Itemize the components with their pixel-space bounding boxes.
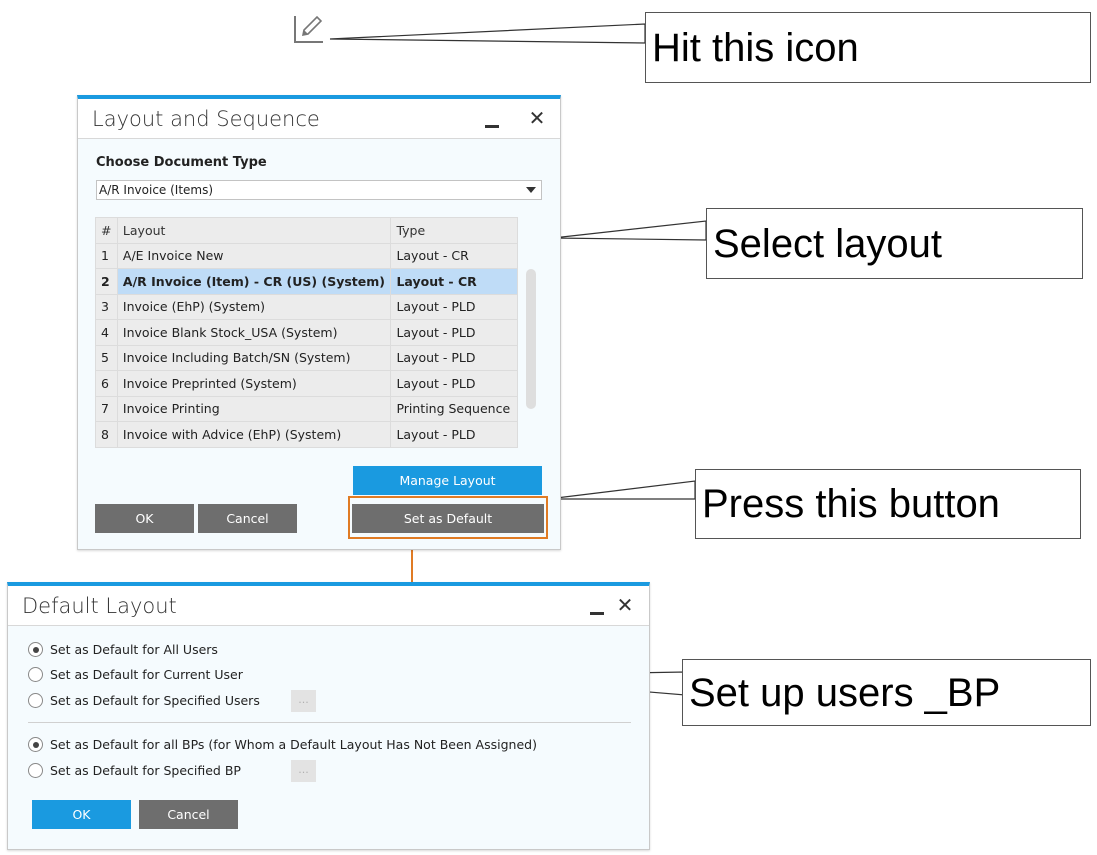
callout-pointer-hit-icon — [329, 23, 646, 44]
radio-label: Set as Default for All Users — [50, 642, 218, 657]
row-layout-name: Invoice Preprinted (System) — [116, 370, 392, 397]
radio-label: Set as Default for Current User — [50, 667, 243, 682]
radio-button[interactable] — [28, 642, 43, 657]
layout-table: # Layout Type 1 A/E Invoice New Layout - C… — [95, 217, 518, 448]
table-row[interactable]: 7 Invoice Printing Printing Sequence — [95, 395, 518, 422]
radio-button[interactable] — [28, 737, 43, 752]
select-bp-button[interactable]: ... — [291, 760, 316, 782]
radio-all-users[interactable]: Set as Default for All Users — [28, 642, 218, 657]
manage-layout-button[interactable]: Manage Layout — [353, 466, 542, 495]
minimize-icon[interactable] — [588, 596, 606, 618]
row-num: 1 — [95, 242, 118, 269]
row-type: Layout - CR — [390, 242, 518, 269]
column-header-num[interactable]: # — [95, 217, 118, 244]
radio-all-bps[interactable]: Set as Default for all BPs (for Whom a D… — [28, 737, 537, 752]
table-row[interactable]: 6 Invoice Preprinted (System) Layout - PLD — [95, 370, 518, 397]
cancel-button[interactable]: Cancel — [198, 504, 297, 533]
radio-button[interactable] — [28, 667, 43, 682]
radio-button[interactable] — [28, 693, 43, 708]
edit-layout-icon[interactable] — [293, 12, 327, 46]
table-row[interactable]: 8 Invoice with Advice (EhP) (System) Layou… — [95, 421, 518, 448]
minimize-icon[interactable] — [483, 109, 501, 131]
divider — [28, 722, 631, 723]
radio-label: Set as Default for Specified Users — [50, 693, 260, 708]
row-layout-name: Invoice (EhP) (System) — [116, 293, 392, 320]
row-layout-name: A/R Invoice (Item) - CR (US) (System) — [116, 268, 392, 295]
row-layout-name: A/E Invoice New — [116, 242, 392, 269]
callout-pointer-select-layout — [552, 220, 707, 241]
row-num: 3 — [95, 293, 118, 320]
doc-type-label: Choose Document Type — [96, 155, 267, 170]
callout-select-layout: Select layout — [706, 208, 1083, 279]
cancel-button[interactable]: Cancel — [139, 800, 238, 829]
row-num: 7 — [95, 395, 118, 422]
layout-and-sequence-dialog: Layout and Sequence ✕ Choose Document Ty… — [77, 95, 561, 550]
row-type: Layout - PLD — [390, 421, 518, 448]
dialog-title: Default Layout — [22, 593, 177, 618]
column-header-type[interactable]: Type — [390, 217, 518, 244]
chevron-down-icon — [526, 187, 536, 193]
row-layout-name: Invoice Blank Stock_USA (System) — [116, 319, 392, 346]
radio-label: Set as Default for all BPs (for Whom a D… — [50, 737, 537, 752]
table-scrollbar[interactable] — [526, 269, 536, 409]
table-row[interactable]: 4 Invoice Blank Stock_USA (System) Layout … — [95, 319, 518, 346]
radio-current-user[interactable]: Set as Default for Current User — [28, 667, 243, 682]
row-type: Layout - PLD — [390, 344, 518, 371]
row-num: 2 — [95, 268, 118, 295]
column-header-layout[interactable]: Layout — [116, 217, 392, 244]
row-type: Layout - PLD — [390, 370, 518, 397]
select-users-button[interactable]: ... — [291, 690, 316, 712]
table-row[interactable]: 5 Invoice Including Batch/SN (System) Layo… — [95, 344, 518, 371]
radio-button[interactable] — [28, 763, 43, 778]
row-layout-name: Invoice Including Batch/SN (System) — [116, 344, 392, 371]
row-type: Printing Sequence — [390, 395, 518, 422]
table-row[interactable]: 1 A/E Invoice New Layout - CR — [95, 242, 518, 269]
table-header: # Layout Type — [95, 217, 518, 244]
callout-pointer-press-button — [547, 480, 696, 500]
ok-button[interactable]: OK — [95, 504, 194, 533]
callout-text: Set up users _BP — [689, 670, 1001, 715]
doc-type-value: A/R Invoice (Items) — [99, 183, 214, 197]
radio-specified-bp[interactable]: Set as Default for Specified BP — [28, 763, 241, 778]
row-num: 5 — [95, 344, 118, 371]
radio-label: Set as Default for Specified BP — [50, 763, 241, 778]
dialog-title: Layout and Sequence — [92, 106, 320, 131]
row-num: 8 — [95, 421, 118, 448]
row-type: Layout - PLD — [390, 319, 518, 346]
row-type: Layout - PLD — [390, 293, 518, 320]
doc-type-select[interactable]: A/R Invoice (Items) — [96, 180, 542, 200]
default-layout-dialog: Default Layout ✕ Set as Default for All … — [7, 582, 650, 850]
row-type: Layout - CR — [390, 268, 518, 295]
table-row[interactable]: 2 A/R Invoice (Item) - CR (US) (System) La… — [95, 268, 518, 295]
callout-hit-icon: Hit this icon — [645, 12, 1091, 83]
dialog-title-bar: Default Layout — [8, 586, 649, 626]
callout-press-button: Press this button — [695, 469, 1081, 539]
row-num: 4 — [95, 319, 118, 346]
callout-setup-users: Set up users _BP — [682, 659, 1091, 726]
row-num: 6 — [95, 370, 118, 397]
callout-text: Press this button — [702, 482, 1000, 526]
close-icon[interactable]: ✕ — [528, 105, 546, 131]
row-layout-name: Invoice with Advice (EhP) (System) — [116, 421, 392, 448]
table-row[interactable]: 3 Invoice (EhP) (System) Layout - PLD — [95, 293, 518, 320]
close-icon[interactable]: ✕ — [616, 592, 634, 618]
set-as-default-highlight — [348, 496, 548, 539]
ok-button[interactable]: OK — [32, 800, 131, 829]
callout-text: Select layout — [713, 221, 943, 266]
callout-text: Hit this icon — [652, 25, 859, 70]
row-layout-name: Invoice Printing — [116, 395, 392, 422]
radio-specified-users[interactable]: Set as Default for Specified Users — [28, 693, 260, 708]
